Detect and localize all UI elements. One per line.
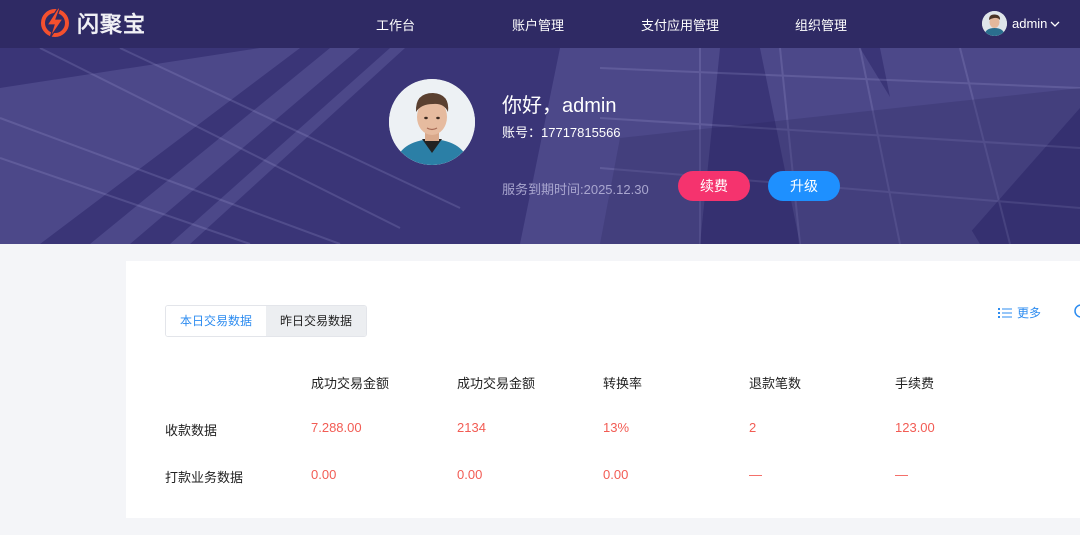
table-cell: 2	[749, 420, 757, 435]
table-cell: 123.00	[895, 420, 935, 435]
table-cell: —	[749, 467, 762, 482]
account-number: 账号：17717815566	[502, 125, 621, 140]
nav-item-workbench[interactable]: 工作台	[376, 15, 415, 34]
nav-item-organization-management[interactable]: 组织管理	[795, 15, 847, 34]
row-label-payout: 打款业务数据	[165, 470, 244, 485]
user-menu[interactable]: admin	[982, 11, 1061, 36]
renew-button[interactable]: 续费	[678, 171, 750, 201]
more-label: 更多	[1017, 306, 1042, 320]
list-icon	[998, 307, 1012, 318]
user-name: admin	[1012, 16, 1048, 31]
service-expiry: 服务到期时间:2025.12.30	[502, 182, 649, 197]
table-cell: 0.00	[311, 467, 337, 482]
nav-item-payment-app-management[interactable]: 支付应用管理	[641, 15, 719, 34]
transaction-data-card: 本日交易数据 昨日交易数据 更多 成功交易金额 成功交易金额 转换率 退款笔数 …	[126, 261, 1080, 518]
nav-item-account-management[interactable]: 账户管理	[512, 15, 564, 34]
upgrade-button[interactable]: 升级	[768, 171, 840, 201]
table-cell: 13%	[603, 420, 630, 435]
column-header: 转换率	[603, 376, 643, 391]
table-cell: 0.00	[457, 467, 483, 482]
column-header: 退款笔数	[749, 376, 802, 391]
column-header: 手续费	[895, 376, 935, 391]
column-header: 成功交易金额	[457, 376, 536, 391]
date-range-tabs: 本日交易数据 昨日交易数据	[165, 305, 368, 337]
building-background-image	[0, 48, 1080, 244]
brand-logo[interactable]: 闪聚宝	[38, 8, 146, 38]
tab-today-transactions[interactable]: 本日交易数据	[166, 306, 267, 336]
refresh-icon[interactable]	[1072, 303, 1080, 319]
avatar	[982, 11, 1007, 36]
profile-banner: 你好，admin 账号：17717815566 服务到期时间:2025.12.3…	[0, 48, 1080, 244]
brand-name: 闪聚宝	[77, 13, 147, 38]
table-cell: 7.288.00	[311, 420, 362, 435]
top-navigation-bar: 闪聚宝 工作台 账户管理 支付应用管理 组织管理 admin	[0, 0, 1080, 48]
more-link[interactable]: 更多	[998, 304, 1041, 321]
column-header: 成功交易金额	[311, 376, 390, 391]
profile-avatar	[389, 79, 475, 165]
table-cell: 2134	[457, 420, 486, 435]
table-cell: —	[895, 467, 908, 482]
table-cell: 0.00	[603, 467, 629, 482]
chevron-down-icon	[1050, 21, 1060, 27]
tab-yesterday-transactions[interactable]: 昨日交易数据	[266, 306, 367, 336]
row-label-collection: 收款数据	[165, 423, 218, 438]
lightning-logo-icon	[41, 8, 69, 38]
greeting-text: 你好，admin	[502, 95, 617, 117]
